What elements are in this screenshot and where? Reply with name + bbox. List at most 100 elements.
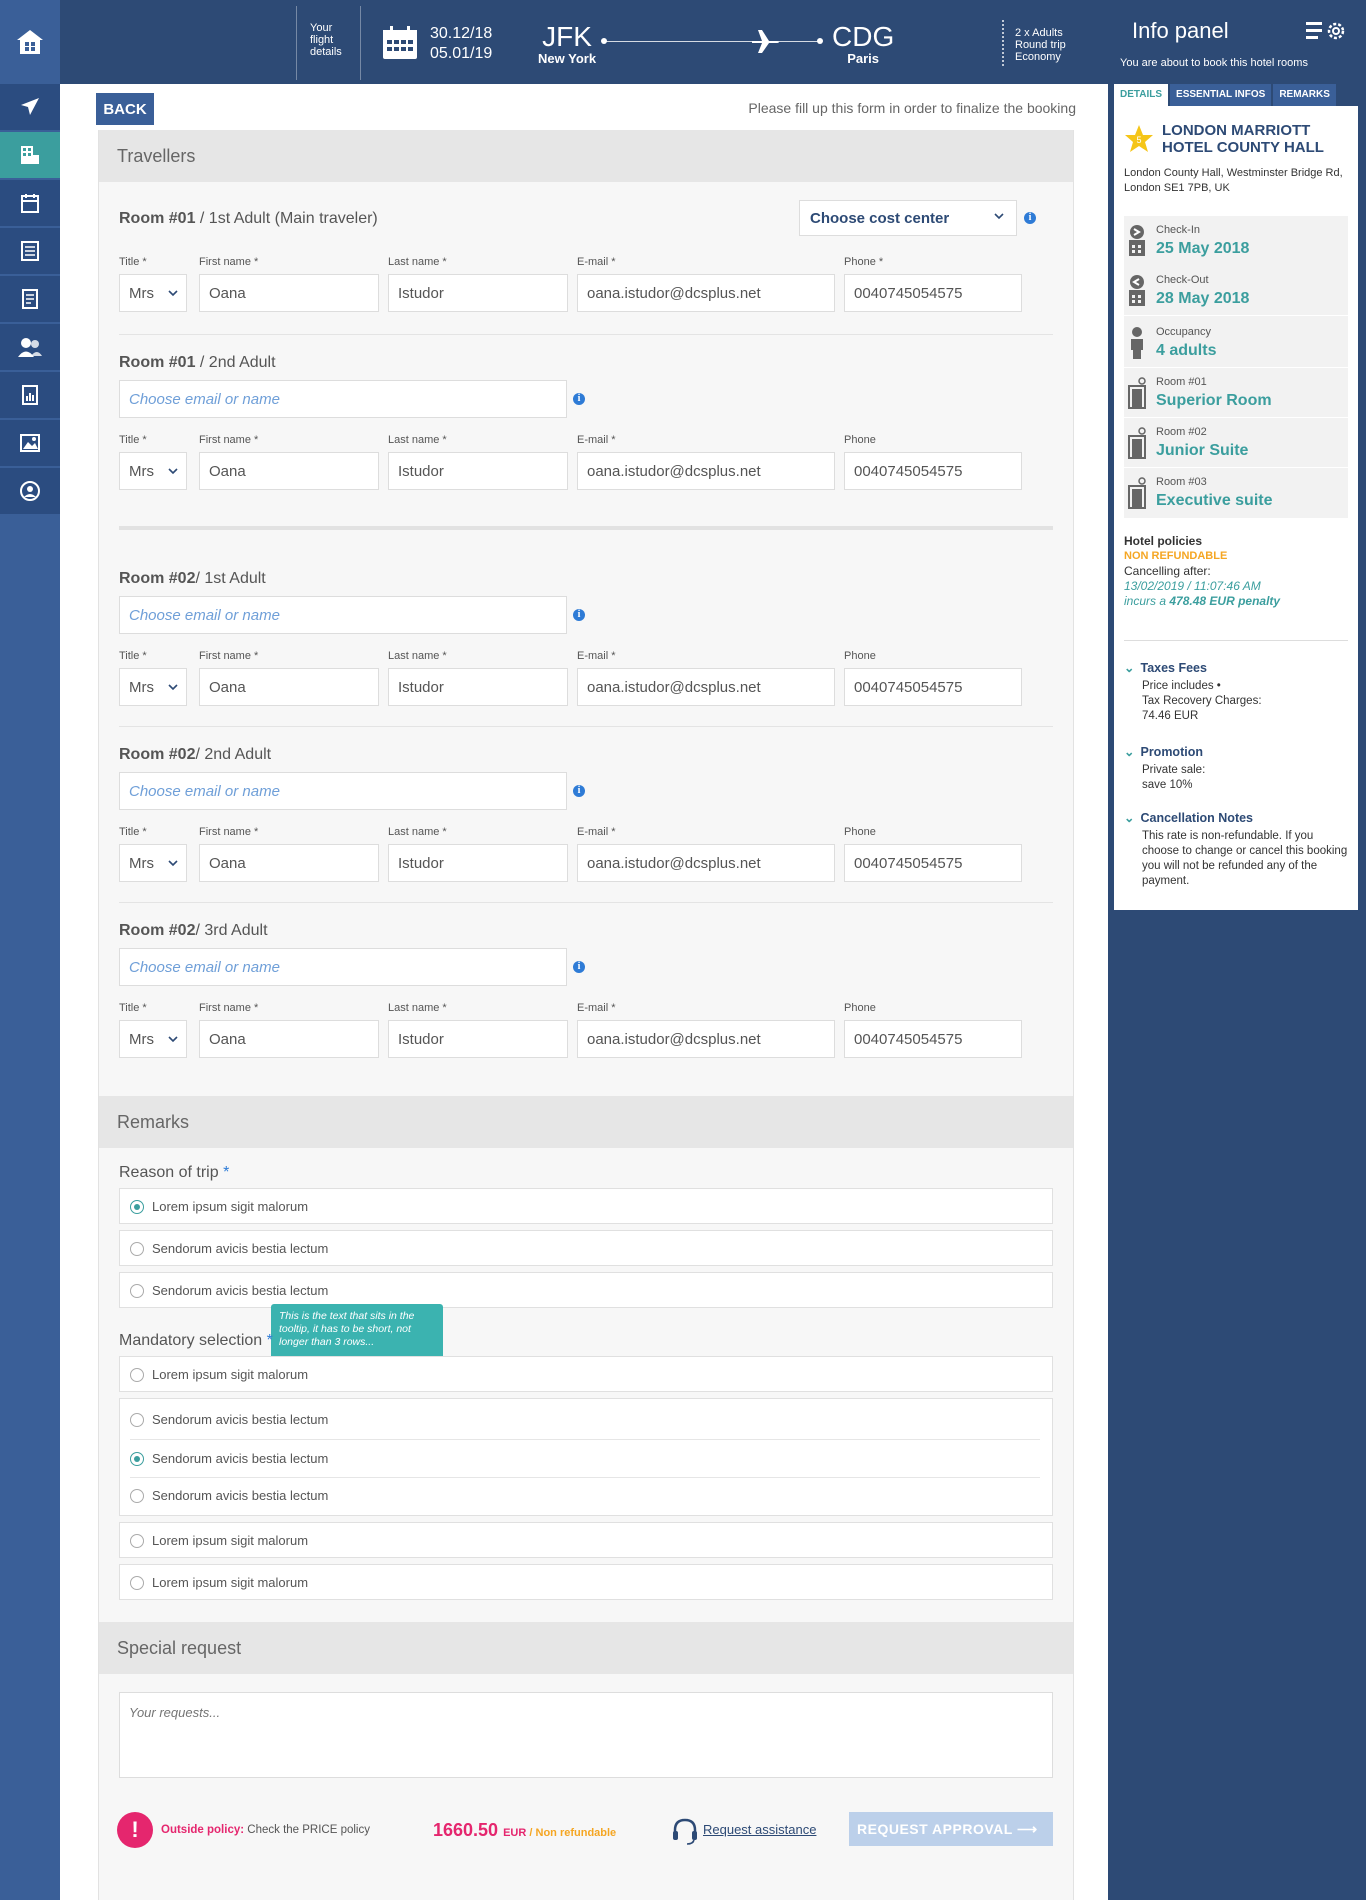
first-name-label: First name * <box>199 434 259 446</box>
back-button[interactable]: BACK <box>96 93 154 125</box>
nav-hotels[interactable] <box>0 132 60 178</box>
mandatory-option[interactable]: Lorem ipsum sigit malorum <box>119 1356 1053 1392</box>
first-name-field[interactable]: Oana <box>199 844 379 882</box>
radio-button[interactable] <box>130 1489 144 1503</box>
mandatory-option[interactable]: Sendorum avicis bestia lectum <box>120 1440 1052 1478</box>
chevron-down-icon: ⌄ <box>1124 811 1135 825</box>
nav-flights[interactable] <box>0 84 60 130</box>
traveller-search-input[interactable] <box>119 596 567 634</box>
nav-profile[interactable] <box>0 468 60 514</box>
last-name-field[interactable]: Istudor <box>388 844 568 882</box>
nav-invoices[interactable] <box>0 276 60 322</box>
last-name-field[interactable]: Istudor <box>388 668 568 706</box>
title-select[interactable]: Mrs <box>119 274 187 312</box>
special-request-textarea[interactable] <box>119 1692 1053 1778</box>
mandatory-option[interactable]: Lorem ipsum sigit malorum <box>119 1522 1053 1558</box>
price-currency: EUR <box>503 1827 527 1839</box>
mandatory-option[interactable]: Sendorum avicis bestia lectum <box>120 1401 1052 1439</box>
traveller-search-input[interactable] <box>119 772 567 810</box>
home-button[interactable] <box>0 0 60 84</box>
header-divider <box>360 6 361 80</box>
radio-button[interactable] <box>130 1413 144 1427</box>
first-name-field[interactable]: Oana <box>199 452 379 490</box>
email-field[interactable]: oana.istudor@dcsplus.net <box>577 1020 835 1058</box>
tab-remarks[interactable]: REMARKS <box>1273 84 1336 106</box>
first-name-field[interactable]: Oana <box>199 668 379 706</box>
nav-reports[interactable] <box>0 372 60 418</box>
tooltip: This is the text that sits in the toolti… <box>271 1304 443 1368</box>
phone-label: Phone <box>844 1002 876 1014</box>
traveller-search-input[interactable] <box>119 948 567 986</box>
reason-option[interactable]: Sendorum avicis bestia lectum <box>119 1230 1053 1266</box>
radio-button[interactable] <box>130 1368 144 1382</box>
email-field[interactable]: oana.istudor@dcsplus.net <box>577 452 835 490</box>
hotel-address: London County Hall, Westminster Bridge R… <box>1124 167 1343 194</box>
info-icon[interactable]: i <box>573 609 585 621</box>
reason-option[interactable]: Lorem ipsum sigit malorum <box>119 1188 1053 1224</box>
tab-details[interactable]: DETAILS <box>1114 84 1169 106</box>
nav-users[interactable] <box>0 324 60 370</box>
reason-option[interactable]: Sendorum avicis bestia lectum <box>119 1272 1053 1308</box>
phone-field[interactable]: 0040745054575 <box>844 1020 1022 1058</box>
cost-center-select[interactable]: Choose cost center <box>799 200 1017 236</box>
radio-button[interactable] <box>130 1534 144 1548</box>
last-name-label: Last name * <box>388 256 447 268</box>
info-icon[interactable]: i <box>573 785 585 797</box>
last-name-field[interactable]: Istudor <box>388 1020 568 1058</box>
tab-essential-infos[interactable]: ESSENTIAL INFOS <box>1170 84 1272 106</box>
phone-label: Phone <box>844 434 876 446</box>
radio-button[interactable] <box>130 1576 144 1590</box>
nav-documents[interactable] <box>0 228 60 274</box>
traveller-position: / 2nd Adult <box>195 354 276 371</box>
first-name-label: First name * <box>199 650 259 662</box>
title-select[interactable]: Mrs <box>119 1020 187 1058</box>
accordion-line: Price includes • <box>1142 680 1221 692</box>
traveller-search-input[interactable] <box>119 380 567 418</box>
email-field[interactable]: oana.istudor@dcsplus.net <box>577 844 835 882</box>
email-field[interactable]: oana.istudor@dcsplus.net <box>577 274 835 312</box>
radio-button[interactable] <box>130 1242 144 1256</box>
mandatory-option[interactable]: Sendorum avicis bestia lectum <box>120 1477 1052 1515</box>
nav-gallery[interactable] <box>0 420 60 466</box>
special-request-title: Special request <box>99 1622 1073 1674</box>
nav-calendar[interactable] <box>0 180 60 226</box>
accordion-header[interactable]: ⌄ Promotion <box>1124 744 1348 759</box>
first-name-field[interactable]: Oana <box>199 1020 379 1058</box>
stay-details: Check-In 25 May 2018 Check-Out 28 May 20… <box>1124 216 1348 518</box>
accordion-header[interactable]: ⌄ Taxes Fees <box>1124 660 1348 675</box>
accordion-header[interactable]: ⌄ Cancellation Notes <box>1124 810 1348 825</box>
origin-code: JFK <box>542 21 592 52</box>
room-label: Room #02 <box>1156 426 1207 438</box>
first-name-field[interactable]: Oana <box>199 274 379 312</box>
last-name-field[interactable]: Istudor <box>388 274 568 312</box>
request-assistance-link[interactable]: Request assistance <box>703 1822 816 1837</box>
last-name-field[interactable]: Istudor <box>388 452 568 490</box>
title-select[interactable]: Mrs <box>119 844 187 882</box>
phone-field[interactable]: 0040745054575 <box>844 668 1022 706</box>
mandatory-option[interactable]: Lorem ipsum sigit malorum <box>119 1564 1053 1600</box>
phone-field[interactable]: 0040745054575 <box>844 844 1022 882</box>
taxes-fees-accordion[interactable]: ⌄ Taxes Fees Price includes • Tax Recover… <box>1124 660 1348 724</box>
radio-button[interactable] <box>130 1284 144 1298</box>
cancellation-notes-accordion[interactable]: ⌄ Cancellation Notes This rate is non-ref… <box>1124 810 1348 889</box>
phone-field[interactable]: 0040745054575 <box>844 452 1022 490</box>
info-icon[interactable]: i <box>573 961 585 973</box>
headset-icon[interactable] <box>671 1816 699 1846</box>
title-value: Mrs <box>129 679 154 696</box>
non-refundable-note: Non refundable <box>535 1827 617 1839</box>
request-approval-button[interactable]: REQUEST APPROVAL ⟶ <box>849 1812 1053 1846</box>
destination-city: Paris <box>847 51 880 66</box>
radio-selected[interactable] <box>130 1452 144 1466</box>
promotion-accordion[interactable]: ⌄ Promotion Private sale: save 10% <box>1124 744 1348 793</box>
first-name-label: First name * <box>199 256 259 268</box>
email-field[interactable]: oana.istudor@dcsplus.net <box>577 668 835 706</box>
phone-field[interactable]: 0040745054575 <box>844 274 1022 312</box>
title-select[interactable]: Mrs <box>119 668 187 706</box>
settings-menu-icon[interactable] <box>1304 18 1348 44</box>
accordion-line: Private sale: <box>1142 764 1206 776</box>
info-icon[interactable]: i <box>1024 212 1036 224</box>
radio-selected[interactable] <box>130 1200 144 1214</box>
info-icon[interactable]: i <box>573 393 585 405</box>
title-select[interactable]: Mrs <box>119 452 187 490</box>
option-label: Lorem ipsum sigit malorum <box>152 1533 309 1548</box>
